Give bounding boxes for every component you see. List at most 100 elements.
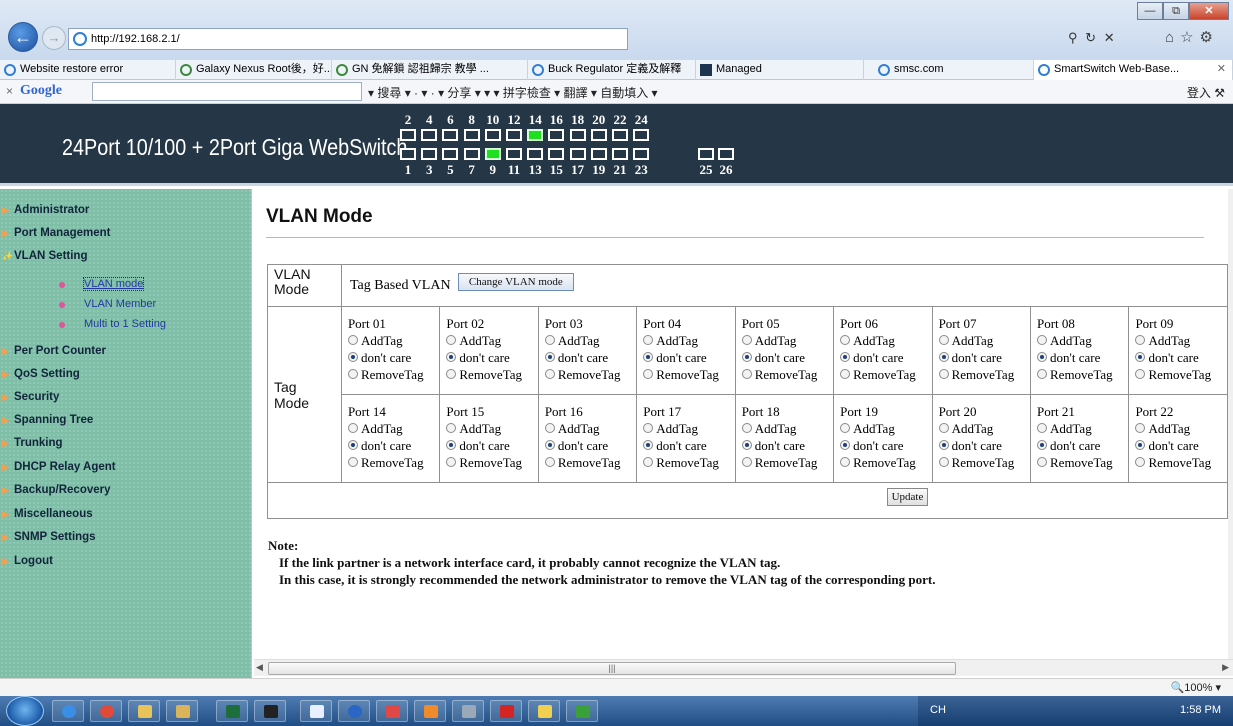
radio-button[interactable]: [938, 352, 949, 362]
port-21-led[interactable]: [612, 148, 628, 160]
home-icon[interactable]: ⌂: [1165, 29, 1180, 46]
port-25-led[interactable]: [698, 148, 714, 160]
radio-button[interactable]: [938, 423, 949, 433]
radio-button[interactable]: [347, 369, 358, 379]
port-17-led[interactable]: [569, 148, 586, 160]
tag-option-don-t-care[interactable]: don't care: [643, 437, 734, 454]
tag-option-removetag[interactable]: RemoveTag: [544, 454, 636, 471]
sidebar-item-per-port-counter[interactable]: ▶ Per Port Counter: [0, 345, 106, 357]
tag-option-removetag[interactable]: RemoveTag: [347, 454, 439, 471]
tag-option-addtag[interactable]: AddTag: [544, 420, 636, 437]
radio-button[interactable]: [347, 457, 358, 467]
tag-option-removetag[interactable]: RemoveTag: [446, 366, 537, 383]
address-bar[interactable]: http://192.168.2.1/: [68, 28, 628, 50]
back-button[interactable]: ←: [8, 22, 38, 52]
radio-button[interactable]: [840, 335, 851, 345]
radio-button[interactable]: [544, 423, 555, 433]
radio-button[interactable]: [741, 440, 752, 450]
ime-indicator[interactable]: CH: [930, 704, 946, 716]
gear-icon[interactable]: ⚙: [1200, 29, 1219, 46]
sidebar-item-backup-recovery[interactable]: ▶ Backup/Recovery: [0, 484, 111, 496]
radio-button[interactable]: [446, 352, 457, 362]
tag-option-removetag[interactable]: RemoveTag: [1037, 366, 1128, 383]
tag-option-addtag[interactable]: AddTag: [840, 332, 931, 349]
tag-option-removetag[interactable]: RemoveTag: [1135, 454, 1227, 471]
tag-option-addtag[interactable]: AddTag: [544, 332, 636, 349]
port-22-led[interactable]: [612, 129, 628, 141]
radio-button[interactable]: [1135, 423, 1146, 433]
port-1-led[interactable]: [400, 148, 416, 160]
sidebar-item-vlan-setting[interactable]: ✨ VLAN Setting: [0, 250, 87, 262]
radio-button[interactable]: [938, 335, 949, 345]
radio-button[interactable]: [643, 335, 654, 345]
taskbar-chart-icon[interactable]: [216, 700, 248, 722]
scroll-right-icon[interactable]: ▶: [1222, 662, 1229, 673]
sidebar-subitem-vlan-mode[interactable]: VLAN mode: [0, 277, 145, 291]
taskbar-notepad-icon[interactable]: [300, 700, 332, 722]
sidebar-subitem-multi-to-1-setting[interactable]: Multi to 1 Setting: [0, 318, 166, 330]
close-tab-icon[interactable]: ✕: [1217, 60, 1226, 79]
scroll-left-icon[interactable]: ◀: [256, 662, 263, 673]
tag-option-addtag[interactable]: AddTag: [1135, 420, 1227, 437]
radio-button[interactable]: [741, 352, 752, 362]
tag-option-don-t-care[interactable]: don't care: [1135, 349, 1227, 366]
radio-button[interactable]: [643, 457, 654, 467]
radio-button[interactable]: [1135, 335, 1146, 345]
port-19-led[interactable]: [590, 148, 607, 160]
radio-button[interactable]: [347, 352, 358, 362]
port-26-led[interactable]: [718, 148, 734, 160]
radio-button[interactable]: [1135, 440, 1146, 450]
radio-button[interactable]: [1037, 335, 1047, 345]
port-18-led[interactable]: [569, 129, 586, 141]
maximize-button[interactable]: ⧉: [1163, 2, 1189, 20]
port-3-led[interactable]: [421, 148, 438, 160]
sidebar-item-qos-setting[interactable]: ▶ QoS Setting: [0, 368, 80, 380]
tag-option-addtag[interactable]: AddTag: [643, 332, 734, 349]
radio-button[interactable]: [446, 369, 457, 379]
sidebar-subitem-vlan-member[interactable]: VLAN Member: [0, 298, 156, 310]
taskbar-app2-icon[interactable]: [566, 700, 598, 722]
tag-option-removetag[interactable]: RemoveTag: [1037, 454, 1128, 471]
sidebar-item-trunking[interactable]: ▶ Trunking: [0, 437, 63, 449]
tag-option-removetag[interactable]: RemoveTag: [643, 366, 734, 383]
port-16-led[interactable]: [548, 129, 565, 141]
radio-button[interactable]: [1037, 440, 1047, 450]
change-vlan-mode-button[interactable]: Change VLAN mode: [457, 273, 574, 291]
radio-button[interactable]: [741, 423, 752, 433]
radio-button[interactable]: [544, 352, 555, 362]
taskbar-app-icon[interactable]: [528, 700, 560, 722]
radio-button[interactable]: [840, 423, 851, 433]
port-2-led[interactable]: [400, 129, 416, 141]
tag-option-removetag[interactable]: RemoveTag: [347, 366, 439, 383]
sidebar-item-administrator[interactable]: ▶ Administrator: [0, 204, 89, 216]
port-4-led[interactable]: [421, 129, 438, 141]
tag-option-don-t-care[interactable]: don't care: [446, 349, 537, 366]
radio-button[interactable]: [741, 457, 752, 467]
tag-option-addtag[interactable]: AddTag: [1135, 332, 1227, 349]
tag-option-addtag[interactable]: AddTag: [741, 420, 833, 437]
tag-option-don-t-care[interactable]: don't care: [446, 437, 537, 454]
tab-smsc[interactable]: smsc.com: [864, 60, 1034, 80]
taskbar-cmd-icon[interactable]: [254, 700, 286, 722]
tag-option-don-t-care[interactable]: don't care: [741, 437, 833, 454]
radio-button[interactable]: [446, 335, 457, 345]
port-13-led[interactable]: [527, 148, 544, 160]
tag-option-don-t-care[interactable]: don't care: [1037, 349, 1128, 366]
forward-button[interactable]: →: [42, 26, 66, 50]
radio-button[interactable]: [938, 457, 949, 467]
update-button[interactable]: Update: [886, 488, 929, 506]
radio-button[interactable]: [544, 369, 555, 379]
zoom-control[interactable]: 🔍100% ▾: [1171, 681, 1221, 694]
taskbar-office-icon[interactable]: [414, 700, 446, 722]
tag-option-addtag[interactable]: AddTag: [347, 420, 439, 437]
tag-option-removetag[interactable]: RemoveTag: [840, 454, 931, 471]
radio-button[interactable]: [1037, 352, 1047, 362]
radio-button[interactable]: [446, 440, 457, 450]
port-12-led[interactable]: [506, 129, 522, 141]
port-10-led[interactable]: [484, 129, 501, 141]
radio-button[interactable]: [1135, 369, 1146, 379]
tag-option-addtag[interactable]: AddTag: [347, 332, 439, 349]
radio-button[interactable]: [741, 335, 752, 345]
port-23-led[interactable]: [633, 148, 650, 160]
refresh-icon[interactable]: ↻: [1085, 30, 1098, 45]
